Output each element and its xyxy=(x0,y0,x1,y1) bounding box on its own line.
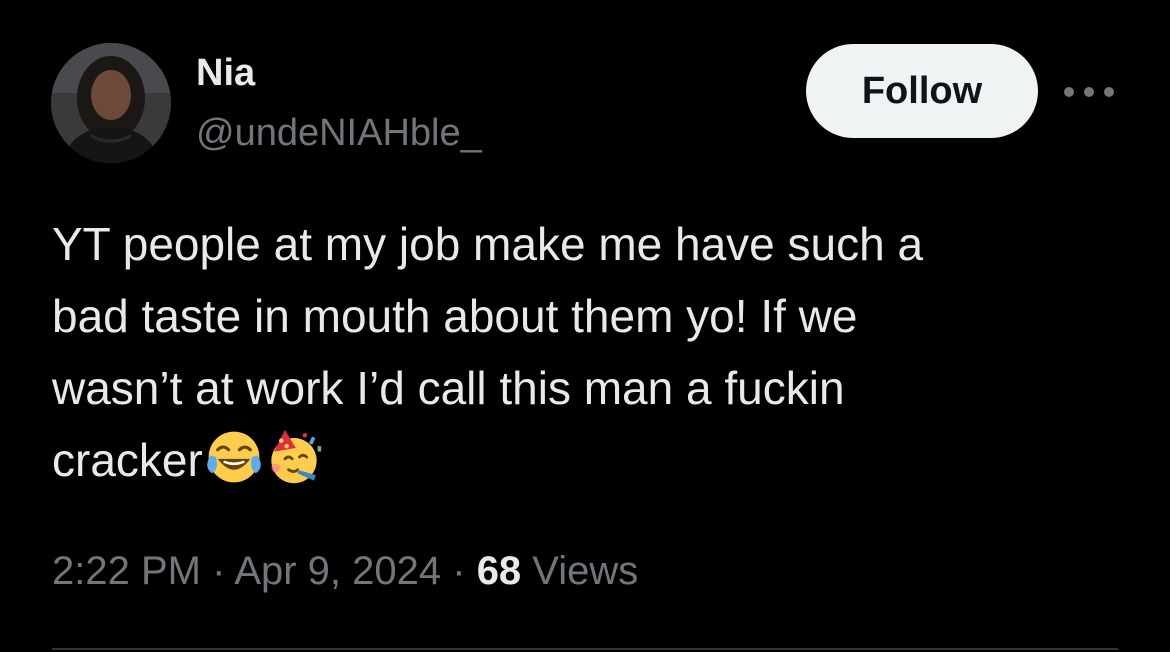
views-count[interactable]: 68 xyxy=(477,549,522,593)
more-dot xyxy=(1064,87,1074,97)
tweet-line: YT people at my job make me have such a xyxy=(52,218,924,270)
face-with-tears-of-joy-icon xyxy=(207,431,261,483)
profile-photo xyxy=(51,43,171,163)
follow-button[interactable]: Follow xyxy=(806,44,1038,138)
avatar[interactable] xyxy=(51,43,171,163)
author-handle[interactable]: @undeNIAHble_ xyxy=(196,110,482,156)
tweet-meta: 2:22 PM · Apr 9, 2024 · 68 Views xyxy=(52,546,638,596)
tweet-line: wasn’t at work I’d call this man a fucki… xyxy=(52,362,845,414)
more-dot xyxy=(1104,87,1114,97)
tweet-time[interactable]: 2:22 PM xyxy=(52,549,201,593)
views-label: Views xyxy=(521,549,639,593)
divider xyxy=(52,648,1118,650)
tweet-line-last: cracker xyxy=(52,424,1132,496)
meta-separator: · xyxy=(200,549,235,593)
more-dot xyxy=(1084,87,1094,97)
meta-separator: · xyxy=(441,549,477,593)
partying-face-icon xyxy=(271,429,321,484)
tweet-text: YT people at my job make me have such a … xyxy=(52,208,1132,496)
tweet-date[interactable]: Apr 9, 2024 xyxy=(234,549,441,593)
author-display-name[interactable]: Nia xyxy=(196,50,255,96)
tweet-line: bad taste in mouth about them yo! If we xyxy=(52,290,858,342)
tweet-line: cracker xyxy=(52,434,203,486)
more-horizontal-icon[interactable] xyxy=(1064,82,1114,102)
